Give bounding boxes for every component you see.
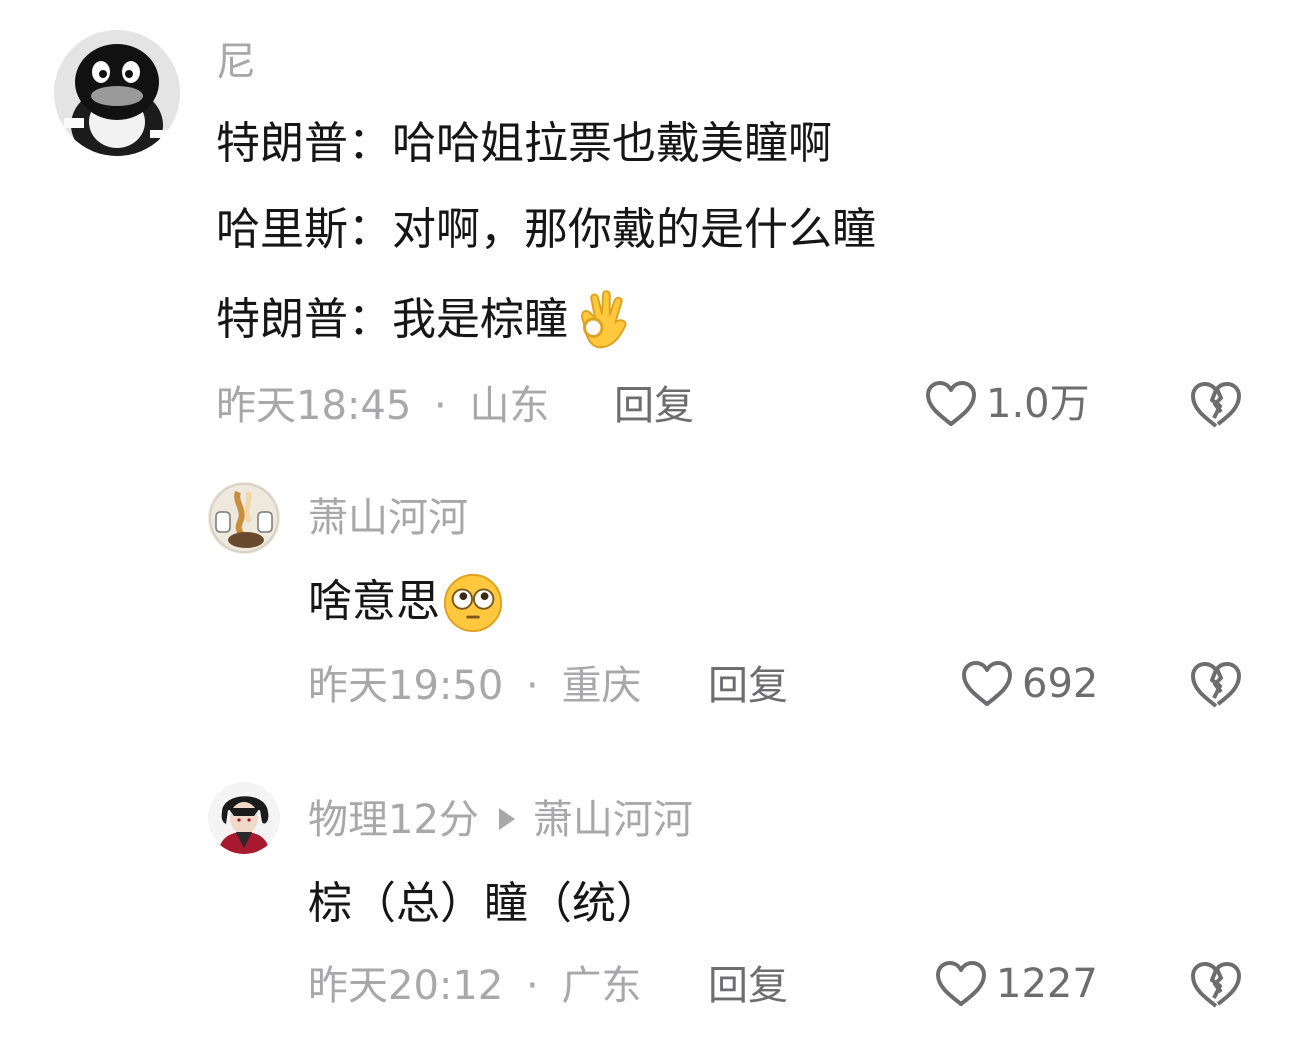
reply-to-username[interactable]: 萧山河河 — [533, 797, 693, 843]
heart-outline-icon — [934, 960, 988, 1008]
comment-time: 昨天19:50 — [308, 663, 504, 709]
like-count: 1.0万 — [986, 381, 1090, 427]
broken-heart-icon — [1191, 662, 1241, 708]
comment-username-row: 物理12分 萧山河河 — [308, 800, 693, 840]
comment-text-line: 特朗普：哈哈姐拉票也戴美瞳啊 — [216, 122, 832, 166]
comment-username[interactable]: 尼 — [216, 42, 256, 82]
reply-button[interactable]: 回复 — [708, 966, 788, 1006]
like-count: 692 — [1022, 661, 1099, 707]
heart-outline-icon — [960, 660, 1014, 708]
ok-hand-emoji-icon — [570, 289, 632, 351]
dislike-button[interactable] — [1188, 960, 1244, 1010]
dislike-button[interactable] — [1188, 660, 1244, 710]
comment-time: 昨天20:12 — [308, 963, 504, 1009]
comment-location: 山东 — [469, 383, 550, 429]
comment-text: 特朗普：哈哈姐拉票也戴美瞳啊 — [216, 118, 832, 169]
comment-username[interactable]: 物理12分 — [308, 797, 479, 843]
reply-button[interactable]: 回复 — [708, 666, 788, 706]
comment-text: 啥意思 — [308, 576, 440, 627]
comment-text-line: 特朗普：我是棕瞳 — [216, 288, 632, 352]
comment-location: 广东 — [561, 963, 642, 1009]
like-button[interactable]: 692 — [960, 660, 1098, 708]
meta-separator: · — [526, 663, 539, 709]
avatar[interactable] — [208, 482, 280, 554]
avatar[interactable] — [208, 782, 280, 854]
reply-button[interactable]: 回复 — [614, 386, 694, 426]
avatar[interactable] — [54, 30, 180, 156]
like-button[interactable]: 1.0万 — [924, 380, 1090, 428]
dislike-button[interactable] — [1188, 380, 1244, 430]
comment-meta: 昨天19:50 · 重庆 — [308, 666, 641, 706]
comment-meta: 昨天20:12 · 广东 — [308, 966, 641, 1006]
comment-text-line: 啥意思 — [308, 570, 504, 634]
comment-text-line: 棕（总）瞳（统） — [308, 882, 660, 926]
comment-location: 重庆 — [561, 663, 642, 709]
like-button[interactable]: 1227 — [934, 960, 1098, 1008]
comment-text: 哈里斯：对啊，那你戴的是什么瞳 — [216, 204, 876, 255]
comment-text: 特朗普：我是棕瞳 — [216, 294, 568, 345]
comment-time: 昨天18:45 — [216, 383, 412, 429]
heart-outline-icon — [924, 380, 978, 428]
comment-text: 棕（总）瞳（统） — [308, 878, 660, 929]
triangle-right-icon — [498, 808, 515, 830]
like-count: 1227 — [996, 961, 1098, 1007]
meta-separator: · — [526, 963, 539, 1009]
comment-meta: 昨天18:45 · 山东 — [216, 386, 549, 426]
comment-text-line: 哈里斯：对啊，那你戴的是什么瞳 — [216, 208, 876, 252]
meta-separator: · — [434, 383, 447, 429]
comment-username[interactable]: 萧山河河 — [308, 498, 468, 538]
flushed-face-emoji-icon — [442, 571, 504, 633]
broken-heart-icon — [1191, 962, 1241, 1008]
broken-heart-icon — [1191, 382, 1241, 428]
